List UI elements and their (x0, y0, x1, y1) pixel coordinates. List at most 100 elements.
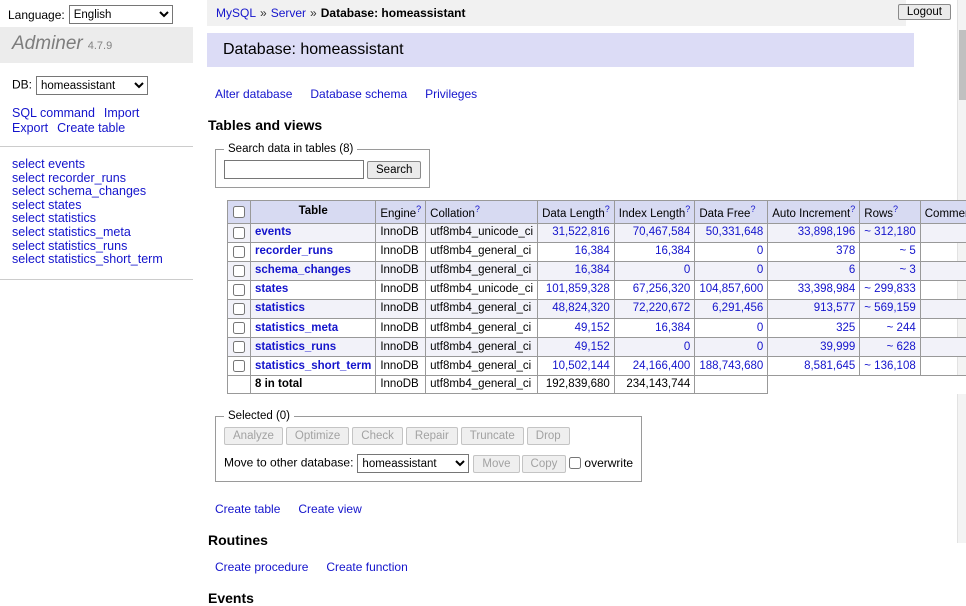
auto-increment-link[interactable]: 6 (849, 264, 855, 276)
row-checkbox-recorder_runs[interactable] (233, 246, 245, 258)
auto-increment-link[interactable]: 8,581,645 (804, 360, 855, 372)
table-link-statistics_runs[interactable]: statistics_runs (255, 341, 336, 353)
row-checkbox-events[interactable] (233, 227, 245, 239)
truncate-button[interactable]: Truncate (461, 427, 524, 445)
help-icon[interactable]: ? (605, 204, 610, 214)
index-length-link[interactable]: 70,467,584 (633, 226, 691, 238)
database-schema-link[interactable]: Database schema (310, 87, 407, 101)
help-icon[interactable]: ? (416, 204, 421, 214)
rows-link[interactable]: ~ 312,180 (864, 226, 915, 238)
search-button[interactable]: Search (367, 161, 421, 179)
data-free-link[interactable]: 0 (757, 264, 763, 276)
data-free-link[interactable]: 188,743,680 (699, 360, 763, 372)
index-length-link[interactable]: 72,220,672 (633, 302, 691, 314)
index-length-link[interactable]: 0 (684, 341, 690, 353)
help-icon[interactable]: ? (893, 204, 898, 214)
rows-link[interactable]: ~ 3 (899, 264, 915, 276)
sidebar-select-statistics-short-term[interactable]: select statistics_short_term (12, 253, 181, 267)
rows-link[interactable]: ~ 299,833 (864, 283, 915, 295)
move-db-select[interactable]: homeassistant (357, 454, 469, 473)
auto-increment-link[interactable]: 913,577 (814, 302, 856, 314)
sidebar-select-statistics-runs[interactable]: select statistics_runs (12, 240, 181, 254)
import-link[interactable]: Import (104, 106, 139, 120)
table-link-statistics_short_term[interactable]: statistics_short_term (255, 360, 371, 372)
sidebar-select-recorder-runs[interactable]: select recorder_runs (12, 172, 181, 186)
row-checkbox-schema_changes[interactable] (233, 265, 245, 277)
copy-button[interactable]: Copy (522, 455, 567, 473)
alter-database-link[interactable]: Alter database (215, 87, 292, 101)
scrollbar-thumb[interactable] (959, 30, 966, 100)
language-select[interactable]: English (69, 5, 173, 24)
logout-button[interactable]: Logout (898, 4, 951, 20)
data-free-link[interactable]: 104,857,600 (699, 283, 763, 295)
sidebar-select-events[interactable]: select events (12, 158, 181, 172)
auto-increment-link[interactable]: 39,999 (820, 341, 855, 353)
row-checkbox-states[interactable] (233, 284, 245, 296)
help-icon[interactable]: ? (750, 204, 755, 214)
table-link-statistics[interactable]: statistics (255, 302, 305, 314)
table-link-schema_changes[interactable]: schema_changes (255, 264, 351, 276)
table-link-recorder_runs[interactable]: recorder_runs (255, 245, 333, 257)
create-function-link[interactable]: Create function (326, 560, 407, 574)
adminer-logo-link[interactable]: Adminer (12, 33, 83, 54)
auto-increment-link[interactable]: 325 (836, 322, 855, 334)
overwrite-label[interactable]: overwrite (584, 456, 633, 470)
help-icon[interactable]: ? (850, 204, 855, 214)
create-table-link[interactable]: Create table (57, 121, 125, 135)
data-length-link[interactable]: 10,502,144 (552, 360, 610, 372)
data-length-link[interactable]: 49,152 (575, 322, 610, 334)
index-length-link[interactable]: 16,384 (655, 245, 690, 257)
index-length-link[interactable]: 16,384 (655, 322, 690, 334)
help-icon[interactable]: ? (475, 204, 480, 214)
table-link-states[interactable]: states (255, 283, 288, 295)
row-checkbox-statistics_meta[interactable] (233, 322, 245, 334)
rows-link[interactable]: ~ 569,159 (864, 302, 915, 314)
move-button[interactable]: Move (473, 455, 519, 473)
rows-link[interactable]: ~ 244 (887, 322, 916, 334)
create-table-link[interactable]: Create table (215, 502, 280, 516)
overwrite-checkbox[interactable] (569, 457, 581, 469)
rows-link[interactable]: ~ 136,108 (864, 360, 915, 372)
auto-increment-link[interactable]: 378 (836, 245, 855, 257)
data-free-link[interactable]: 0 (757, 341, 763, 353)
create-view-link[interactable]: Create view (298, 502, 361, 516)
row-checkbox-statistics_runs[interactable] (233, 341, 245, 353)
db-select[interactable]: homeassistant (36, 76, 148, 95)
data-length-link[interactable]: 31,522,816 (552, 226, 610, 238)
index-length-link[interactable]: 0 (684, 264, 690, 276)
breadcrumb-mysql-link[interactable]: MySQL (216, 6, 256, 20)
select-all-checkbox[interactable] (233, 206, 245, 218)
rows-link[interactable]: ~ 5 (899, 245, 915, 257)
rows-link[interactable]: ~ 628 (887, 341, 916, 353)
sql-command-link[interactable]: SQL command (12, 106, 95, 120)
help-icon[interactable]: ? (685, 204, 690, 214)
search-input[interactable] (224, 160, 364, 179)
data-free-link[interactable]: 6,291,456 (712, 302, 763, 314)
table-link-events[interactable]: events (255, 226, 291, 238)
row-checkbox-statistics[interactable] (233, 303, 245, 315)
drop-button[interactable]: Drop (527, 427, 570, 445)
analyze-button[interactable]: Analyze (224, 427, 283, 445)
data-length-link[interactable]: 16,384 (575, 264, 610, 276)
auto-increment-link[interactable]: 33,898,196 (798, 226, 856, 238)
index-length-link[interactable]: 24,166,400 (633, 360, 691, 372)
sidebar-select-schema-changes[interactable]: select schema_changes (12, 185, 181, 199)
data-length-link[interactable]: 16,384 (575, 245, 610, 257)
privileges-link[interactable]: Privileges (425, 87, 477, 101)
check-button[interactable]: Check (352, 427, 403, 445)
data-free-link[interactable]: 0 (757, 322, 763, 334)
data-length-link[interactable]: 48,824,320 (552, 302, 610, 314)
data-free-link[interactable]: 0 (757, 245, 763, 257)
auto-increment-link[interactable]: 33,398,984 (798, 283, 856, 295)
breadcrumb-server-link[interactable]: Server (271, 6, 306, 20)
optimize-button[interactable]: Optimize (286, 427, 349, 445)
row-checkbox-statistics_short_term[interactable] (233, 360, 245, 372)
export-link[interactable]: Export (12, 121, 48, 135)
data-length-link[interactable]: 49,152 (575, 341, 610, 353)
sidebar-select-states[interactable]: select states (12, 199, 181, 213)
data-free-link[interactable]: 50,331,648 (706, 226, 764, 238)
data-length-link[interactable]: 101,859,328 (546, 283, 610, 295)
sidebar-select-statistics-meta[interactable]: select statistics_meta (12, 226, 181, 240)
index-length-link[interactable]: 67,256,320 (633, 283, 691, 295)
table-link-statistics_meta[interactable]: statistics_meta (255, 322, 338, 334)
